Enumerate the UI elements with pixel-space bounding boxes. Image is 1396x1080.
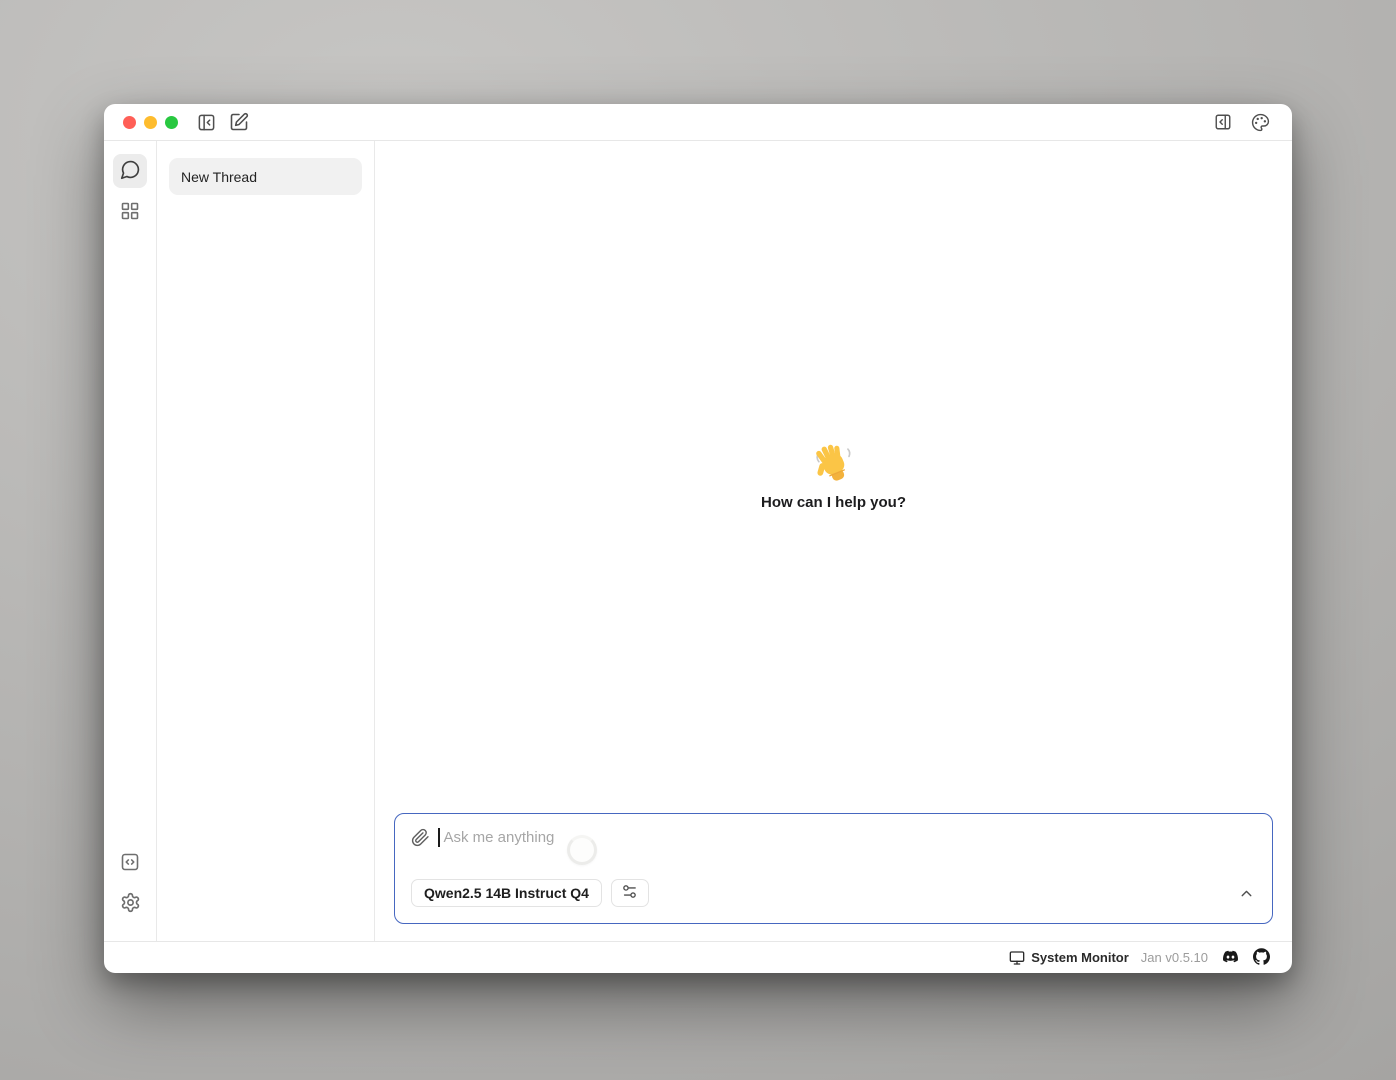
composer-wrapper: Ask me anything Qwen2.5 14B Instruct Q4 xyxy=(375,813,1292,941)
panel-left-collapse-icon xyxy=(197,113,216,132)
new-thread-button[interactable] xyxy=(228,111,250,133)
toggle-right-panel-button[interactable] xyxy=(1212,111,1234,133)
chat-bubble-icon xyxy=(120,159,141,183)
app-version-label: Jan v0.5.10 xyxy=(1141,950,1208,965)
chevron-up-icon xyxy=(1238,885,1255,902)
sidebar-item-local-api-server[interactable] xyxy=(113,846,147,880)
palette-icon xyxy=(1251,113,1270,132)
composer-toolbar-row: Qwen2.5 14B Instruct Q4 xyxy=(411,879,1257,907)
collapse-composer-button[interactable] xyxy=(1235,882,1257,904)
wave-emoji xyxy=(814,443,854,483)
traffic-lights xyxy=(123,116,178,129)
status-bar: System Monitor Jan v0.5.10 xyxy=(104,941,1292,973)
text-cursor xyxy=(438,828,440,847)
sliders-icon xyxy=(621,883,638,903)
app-window: New Thread xyxy=(104,104,1292,973)
model-selector-button[interactable]: Qwen2.5 14B Instruct Q4 xyxy=(411,879,602,907)
title-bar xyxy=(104,104,1292,141)
sidebar-item-hub[interactable] xyxy=(113,195,147,229)
zoom-window-button[interactable] xyxy=(165,116,178,129)
panel-right-toggle-icon xyxy=(1214,113,1232,131)
gear-icon xyxy=(120,892,141,916)
model-settings-button[interactable] xyxy=(611,879,649,907)
empty-chat-state: How can I help you? xyxy=(375,141,1292,813)
main-chat-panel: How can I help you? Ask me anything xyxy=(375,141,1292,941)
greeting-text: How can I help you? xyxy=(761,494,906,511)
paperclip-icon[interactable] xyxy=(411,828,430,847)
minimize-window-button[interactable] xyxy=(144,116,157,129)
monitor-icon xyxy=(1009,950,1025,966)
loading-spinner xyxy=(567,835,597,865)
system-monitor-button[interactable]: System Monitor xyxy=(1009,950,1129,966)
close-window-button[interactable] xyxy=(123,116,136,129)
model-selector-label: Qwen2.5 14B Instruct Q4 xyxy=(424,885,589,901)
window-body: New Thread xyxy=(104,141,1292,941)
compose-pen-icon xyxy=(229,112,249,132)
discord-icon xyxy=(1221,949,1240,967)
composer-input-row: Ask me anything xyxy=(411,828,1257,847)
thread-list-item[interactable]: New Thread xyxy=(169,158,362,195)
sidebar-item-settings[interactable] xyxy=(113,887,147,921)
thread-list-panel: New Thread xyxy=(157,141,375,941)
titlebar-right-actions xyxy=(1212,111,1271,133)
titlebar-left-actions xyxy=(195,111,250,133)
message-input[interactable]: Ask me anything xyxy=(444,829,555,846)
github-icon xyxy=(1253,948,1270,968)
grid-icon xyxy=(120,201,140,224)
theme-palette-button[interactable] xyxy=(1249,111,1271,133)
message-composer[interactable]: Ask me anything Qwen2.5 14B Instruct Q4 xyxy=(394,813,1273,924)
collapse-left-panel-button[interactable] xyxy=(195,111,217,133)
thread-title: New Thread xyxy=(181,169,257,185)
square-code-icon xyxy=(120,852,140,875)
discord-link-button[interactable] xyxy=(1221,949,1240,967)
github-link-button[interactable] xyxy=(1253,948,1270,968)
left-ribbon xyxy=(104,141,157,941)
system-monitor-label: System Monitor xyxy=(1031,950,1129,965)
sidebar-item-threads[interactable] xyxy=(113,154,147,188)
